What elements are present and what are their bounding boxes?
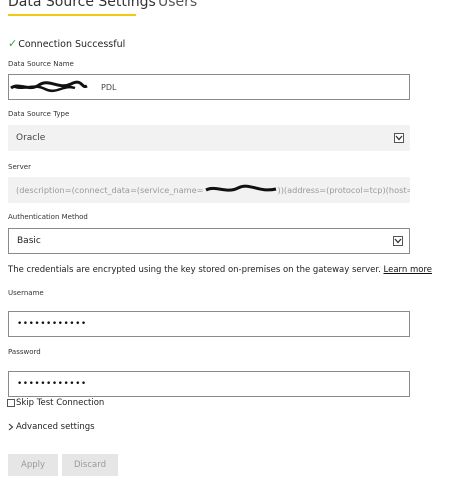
data-source-name-input[interactable]: PDL xyxy=(8,74,410,100)
chevron-down-icon[interactable] xyxy=(393,236,403,246)
tab-users[interactable]: Users xyxy=(158,0,197,10)
server-input[interactable]: (description=(connect_data=(service_name… xyxy=(8,177,410,203)
learn-more-link[interactable]: Learn more xyxy=(384,265,432,275)
server-label: Server xyxy=(8,163,31,171)
check-icon: ✓ xyxy=(8,37,18,50)
server-value-suffix: ))(address=(protocol=tcp)(host= xyxy=(277,185,410,195)
advanced-settings-toggle[interactable]: Advanced settings xyxy=(8,422,95,432)
chevron-right-icon xyxy=(8,423,14,431)
data-source-name-visible-text: PDL xyxy=(101,82,117,92)
apply-button[interactable]: Apply xyxy=(8,454,58,476)
chevron-down-icon[interactable] xyxy=(394,133,404,143)
username-label: Username xyxy=(8,289,44,297)
tab-data-source-settings[interactable]: Data Source Settings xyxy=(8,0,156,10)
connection-status: ✓Connection Successful xyxy=(8,37,125,50)
password-label: Password xyxy=(8,348,41,356)
data-source-name-label: Data Source Name xyxy=(8,60,74,68)
authentication-method-value: Basic xyxy=(17,236,41,246)
redaction-scribble xyxy=(204,184,276,192)
discard-button[interactable]: Discard xyxy=(62,454,118,476)
password-value: •••••••••••• xyxy=(17,379,87,389)
data-source-type-value: Oracle xyxy=(16,133,46,143)
authentication-method-select[interactable]: Basic xyxy=(8,228,410,254)
authentication-method-label: Authentication Method xyxy=(8,213,88,221)
skip-test-connection[interactable]: Skip Test Connection xyxy=(7,398,104,408)
connection-status-text: Connection Successful xyxy=(18,39,126,50)
skip-test-connection-checkbox[interactable] xyxy=(7,399,15,407)
username-input[interactable]: •••••••••••• xyxy=(8,311,410,337)
credentials-info: The credentials are encrypted using the … xyxy=(8,265,432,275)
server-value-prefix: (description=(connect_data=(service_name… xyxy=(16,185,204,195)
username-value: •••••••••••• xyxy=(17,319,87,329)
skip-test-connection-label: Skip Test Connection xyxy=(16,398,105,408)
credentials-info-text: The credentials are encrypted using the … xyxy=(8,265,381,275)
active-tab-indicator xyxy=(8,14,136,16)
data-source-type-label: Data Source Type xyxy=(8,110,70,118)
data-source-type-select[interactable]: Oracle xyxy=(8,125,410,151)
redaction-scribble xyxy=(10,80,88,93)
advanced-settings-label: Advanced settings xyxy=(16,422,95,432)
password-input[interactable]: •••••••••••• xyxy=(8,371,410,397)
